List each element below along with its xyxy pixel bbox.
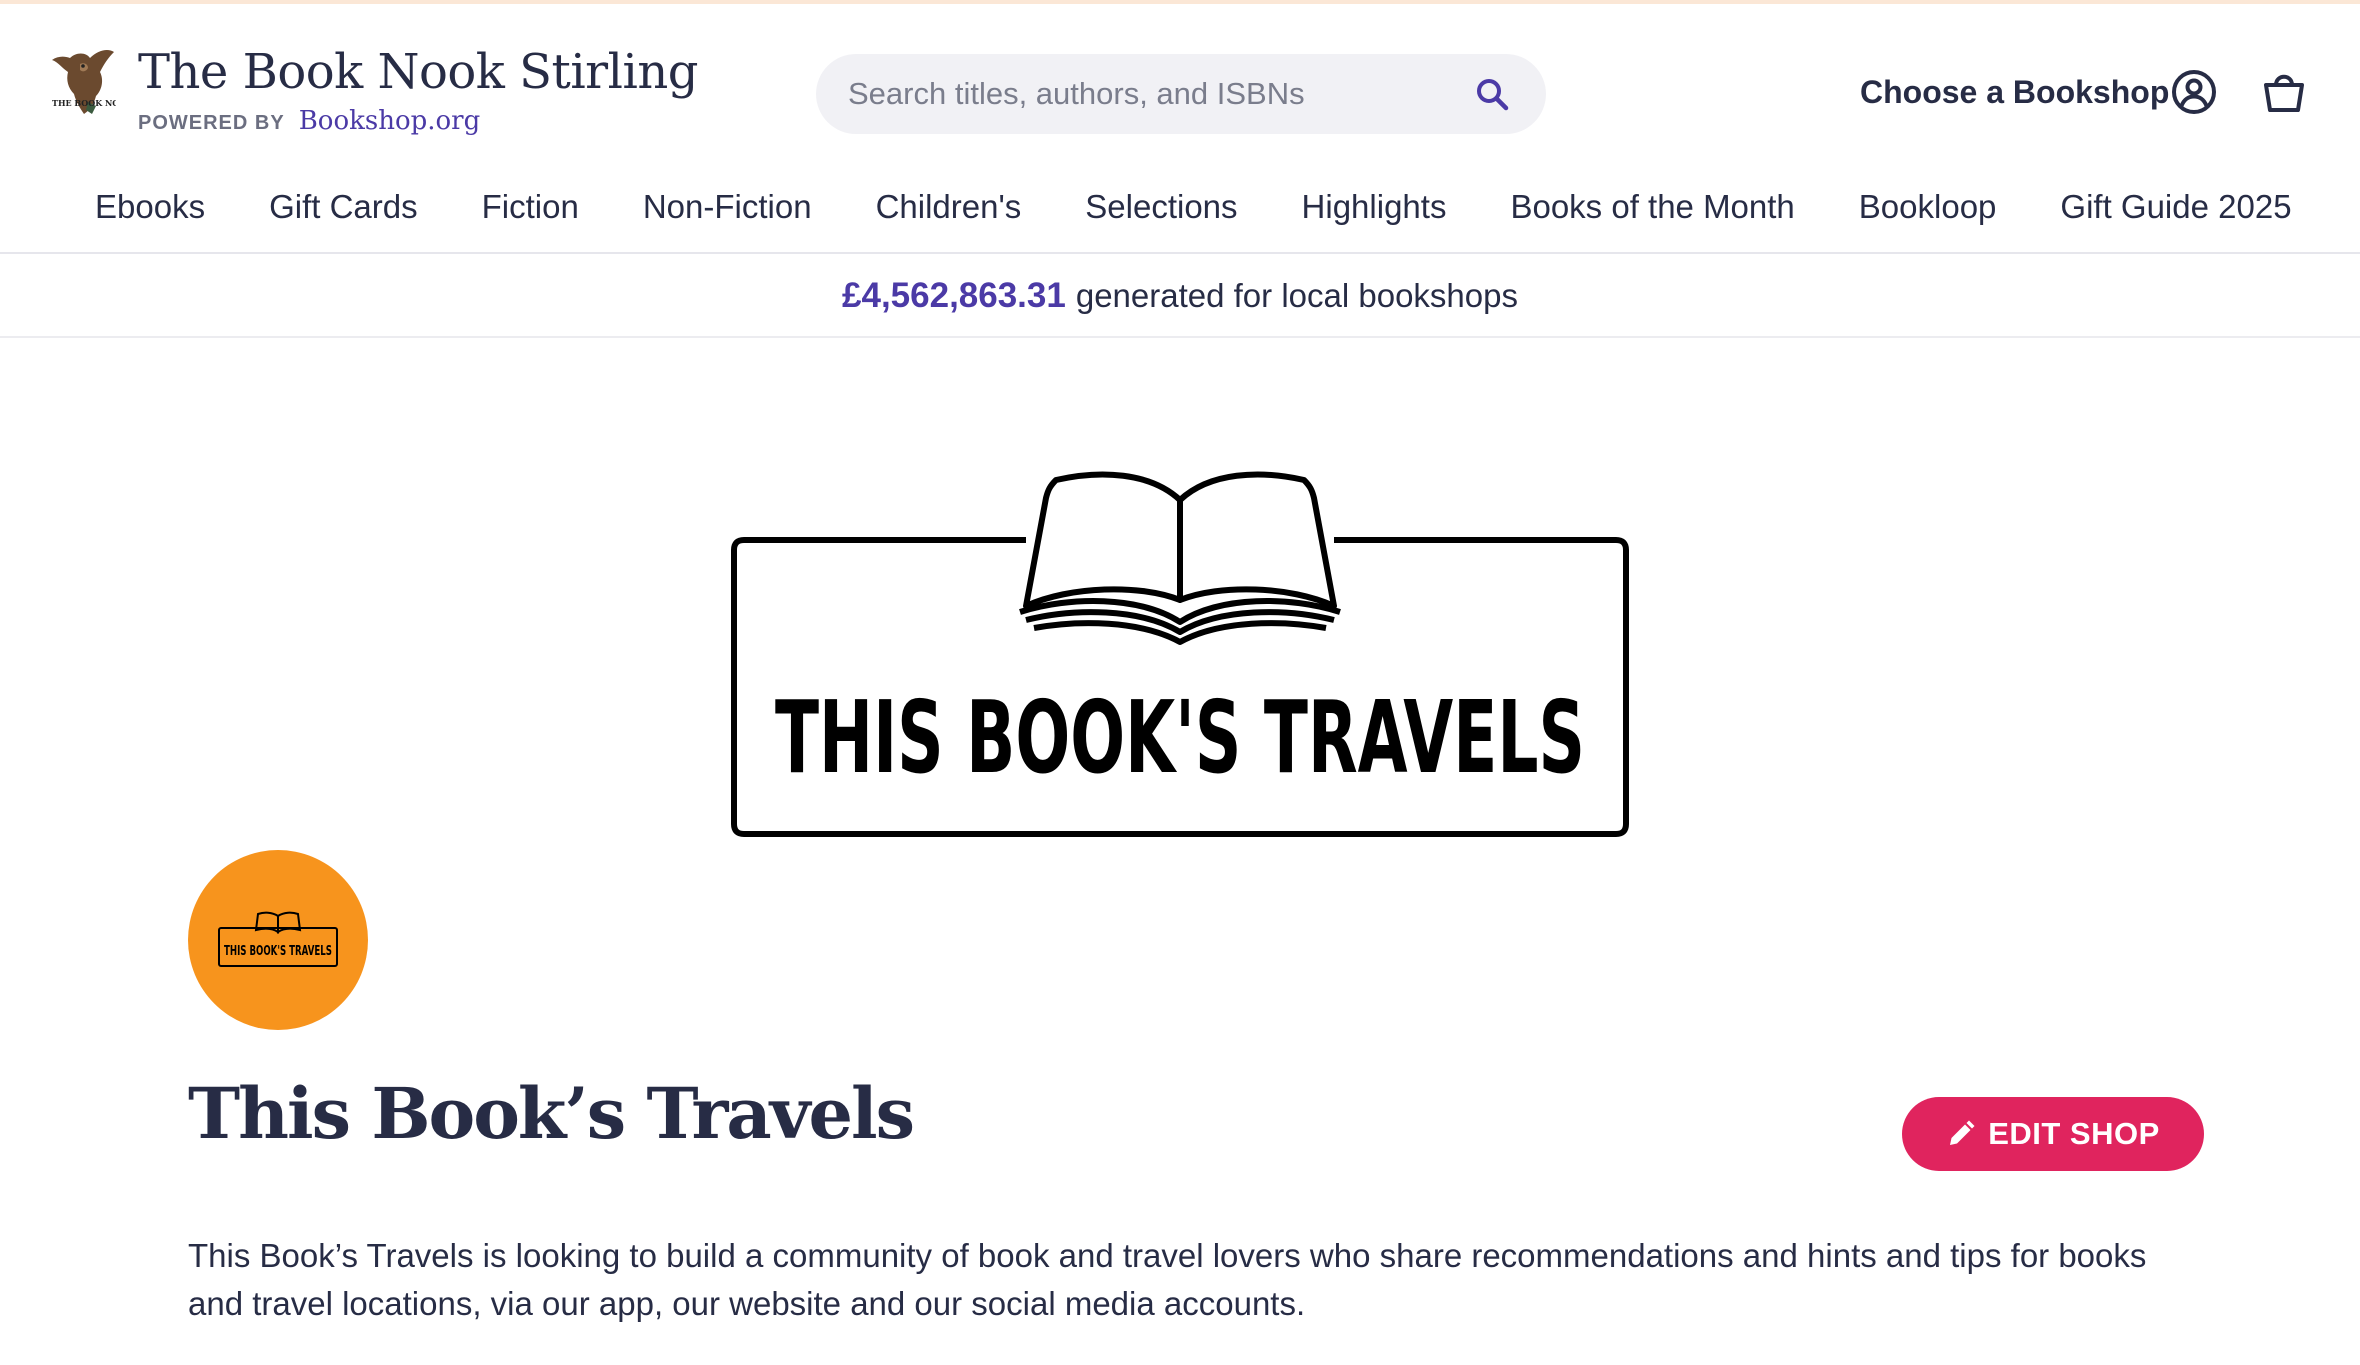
main-nav: Ebooks Gift Cards Fiction Non-Fiction Ch… — [0, 178, 2360, 254]
nav-item-non-fiction[interactable]: Non-Fiction — [643, 188, 812, 226]
search-input[interactable] — [848, 76, 1470, 112]
nav-item-highlights[interactable]: Highlights — [1302, 188, 1447, 226]
nav-item-gift-cards[interactable]: Gift Cards — [269, 188, 418, 226]
shop-title: This Book’s Travels — [188, 1072, 915, 1155]
search-icon — [1477, 79, 1509, 111]
open-book-icon — [1019, 471, 1341, 645]
nav-item-selections[interactable]: Selections — [1085, 188, 1237, 226]
shop-description: This Book’s Travels is looking to build … — [188, 1237, 2147, 1322]
nav-item-childrens[interactable]: Children's — [876, 188, 1022, 226]
shop-hero-logo: THIS BOOK'S TRAVELS — [731, 471, 1629, 837]
store-name[interactable]: The Book Nook Stirling — [138, 44, 698, 100]
edit-shop-button[interactable]: EDIT SHOP — [1902, 1097, 2204, 1171]
search-button[interactable] — [1470, 72, 1514, 116]
banner-amount: £4,562,863.31 — [842, 276, 1066, 315]
owl-logo-icon: THE BOOK NOOK — [52, 50, 116, 114]
logo-lettering: THE BOOK NOOK — [52, 98, 116, 108]
banner-text: generated for local bookshops — [1075, 277, 1518, 314]
shop-avatar: THIS BOOK'S TRAVELS — [188, 850, 368, 1030]
avatar-logo-text: THIS BOOK'S TRAVELS — [224, 944, 332, 959]
powered-by-label: POWERED BY — [138, 112, 285, 134]
edit-shop-label: EDIT SHOP — [1988, 1116, 2160, 1151]
shopping-bag-icon[interactable] — [2262, 70, 2306, 114]
powered-by: POWERED BY Bookshop.org — [138, 106, 698, 136]
choose-bookshop-button[interactable]: Choose a Bookshop — [1860, 74, 2169, 111]
site-header: THE BOOK NOOK The Book Nook Stirling POW… — [0, 4, 2360, 164]
nav-item-gift-guide[interactable]: Gift Guide 2025 — [2060, 188, 2291, 226]
nav-item-ebooks[interactable]: Ebooks — [95, 188, 205, 226]
search-bar — [816, 54, 1546, 134]
open-book-icon — [254, 911, 302, 934]
bookshop-org-link[interactable]: Bookshop.org — [299, 106, 481, 136]
nav-item-fiction[interactable]: Fiction — [482, 188, 579, 226]
hero-logo-text: THIS BOOK'S TRAVELS — [775, 679, 1585, 796]
pencil-icon — [1950, 1120, 1975, 1145]
account-icon[interactable] — [2170, 68, 2218, 116]
nav-item-bookloop[interactable]: Bookloop — [1859, 188, 1997, 226]
impact-banner: £4,562,863.31 generated for local booksh… — [0, 256, 2360, 338]
nav-item-books-of-the-month[interactable]: Books of the Month — [1510, 188, 1794, 226]
nav-list: Ebooks Gift Cards Fiction Non-Fiction Ch… — [95, 188, 2292, 226]
store-brand[interactable]: THE BOOK NOOK The Book Nook Stirling POW… — [50, 44, 698, 136]
shop-avatar-logo: THIS BOOK'S TRAVELS — [218, 911, 338, 967]
